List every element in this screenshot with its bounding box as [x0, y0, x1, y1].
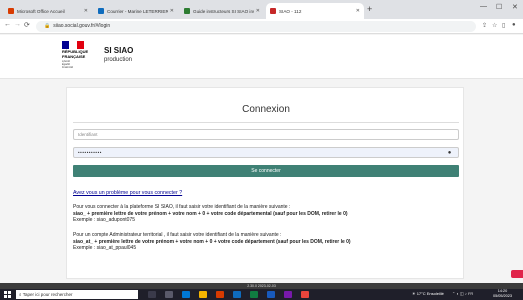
outlook-taskbar-icon[interactable]	[233, 291, 241, 298]
login-title: Connexion	[242, 104, 290, 115]
system-tray-icons[interactable]: ⌃ ◐ ◫ ♪ FR	[452, 291, 473, 296]
file-explorer-icon[interactable]	[199, 291, 207, 298]
sidebar-icon[interactable]: ▯	[502, 22, 505, 29]
browser-tab-bar: Microsoft Office Accueil ✕ Courrier - Ma…	[0, 0, 523, 19]
office-taskbar-icon[interactable]	[216, 291, 224, 298]
tab-office[interactable]: Microsoft Office Accueil ✕	[4, 3, 92, 19]
close-tab-icon[interactable]: ✕	[356, 8, 360, 14]
doc-icon	[184, 8, 190, 14]
new-tab-button[interactable]: +	[367, 4, 372, 14]
edge-icon[interactable]	[182, 291, 190, 298]
excel-icon[interactable]	[250, 291, 258, 298]
url-field[interactable]: 🔒 siiao.social.gouv.fr/#/login	[36, 21, 476, 32]
forward-icon[interactable]: →	[14, 21, 21, 28]
password-input[interactable]: ••••••••••• ●	[73, 147, 459, 158]
taskbar-search-input[interactable]: ⌕ Taper ici pour rechercher	[16, 290, 138, 299]
profile-icon[interactable]: ●	[512, 22, 516, 28]
word-icon[interactable]	[267, 291, 275, 298]
lock-icon: 🔒	[44, 23, 51, 29]
close-tab-icon[interactable]: ✕	[256, 8, 260, 14]
bookmark-star-icon[interactable]: ☆	[492, 22, 497, 29]
taskbar-clock[interactable]: 14:20 05/05/2023	[493, 289, 512, 299]
siao-icon	[270, 8, 276, 14]
windows-start-icon[interactable]	[4, 291, 11, 298]
site-environment: production	[104, 57, 133, 63]
site-header: RÉPUBLIQUE FRANÇAISE Liberté Égalité Fra…	[0, 35, 523, 79]
chrome-icon[interactable]	[301, 291, 309, 298]
republique-francaise-label: RÉPUBLIQUE FRANÇAISE	[62, 49, 89, 59]
login-card: Connexion Identifiant ••••••••••• ● Se c…	[66, 87, 464, 279]
identifier-input[interactable]: Identifiant	[73, 129, 459, 140]
tab-guide[interactable]: Guide instructeurs SI SIAO insc ✕	[180, 3, 264, 19]
show-password-icon[interactable]: ●	[448, 148, 452, 158]
close-tab-icon[interactable]: ✕	[84, 8, 88, 14]
republic-motto: Liberté Égalité Fraternité	[62, 60, 74, 69]
maximize-icon[interactable]: ☐	[496, 3, 502, 11]
weather-widget[interactable]: ☀ 17°C Ensoleillé	[412, 291, 444, 296]
office-icon	[8, 8, 14, 14]
task-view-icon[interactable]	[148, 291, 156, 298]
site-title[interactable]: SI SIAO	[104, 46, 133, 55]
share-icon[interactable]: ⇪	[482, 22, 487, 29]
user-id-instructions: Pour vous connecter à la plateforme SI S…	[73, 204, 348, 224]
divider	[73, 122, 459, 123]
login-help-link[interactable]: Avez vous un problème pour vous connecte…	[73, 190, 182, 196]
tab-siao[interactable]: SIAO - 112 ✕	[266, 3, 364, 19]
close-tab-icon[interactable]: ✕	[170, 8, 174, 14]
page: RÉPUBLIQUE FRANÇAISE Liberté Égalité Fra…	[0, 35, 523, 289]
widgets-icon[interactable]	[165, 291, 173, 298]
tab-mail[interactable]: Courrier - Marine LETERRIER - O ✕	[94, 3, 178, 19]
help-widget-tab[interactable]	[511, 270, 523, 278]
admin-id-instructions: Pour un compte Administrateur territoria…	[73, 232, 351, 252]
reload-icon[interactable]: ⟳	[24, 21, 30, 29]
close-window-icon[interactable]: ✕	[512, 3, 518, 11]
minimize-icon[interactable]: —	[480, 3, 487, 10]
marianne-logo	[62, 41, 84, 49]
outlook-icon	[98, 8, 104, 14]
login-button[interactable]: Se connecter	[73, 165, 459, 177]
teams-icon[interactable]	[284, 291, 292, 298]
back-icon[interactable]: ←	[4, 21, 11, 28]
windows-taskbar: ⌕ Taper ici pour rechercher ☀ 17°C Ensol…	[0, 289, 523, 300]
address-bar-row: ← → ⟳ 🔒 siiao.social.gouv.fr/#/login ⇪ ☆ …	[0, 19, 523, 34]
